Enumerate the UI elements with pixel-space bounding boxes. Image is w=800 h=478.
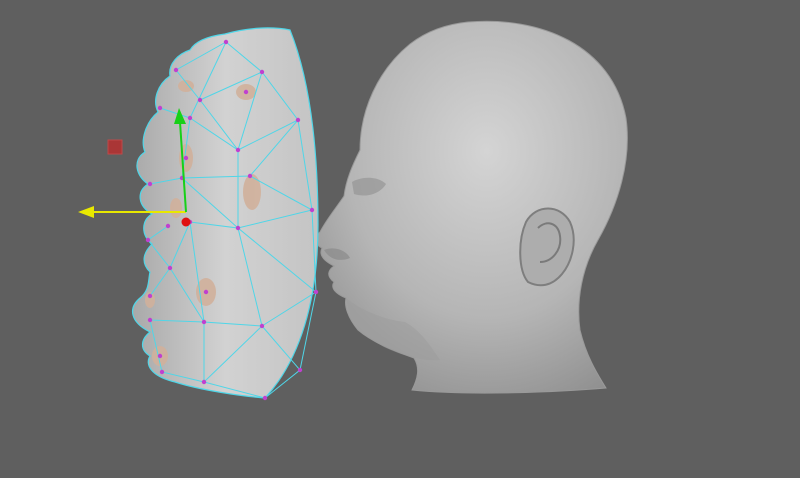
head-model[interactable] [314, 20, 628, 394]
head-surface[interactable] [314, 20, 628, 394]
x-axis-arrow-icon[interactable] [78, 206, 94, 218]
deformed-mask-mesh[interactable] [132, 27, 319, 401]
viewport-canvas[interactable] [0, 0, 800, 478]
z-axis-handle[interactable] [181, 217, 191, 227]
3d-viewport[interactable] [0, 0, 800, 478]
scale-handle-icon[interactable] [107, 139, 123, 155]
